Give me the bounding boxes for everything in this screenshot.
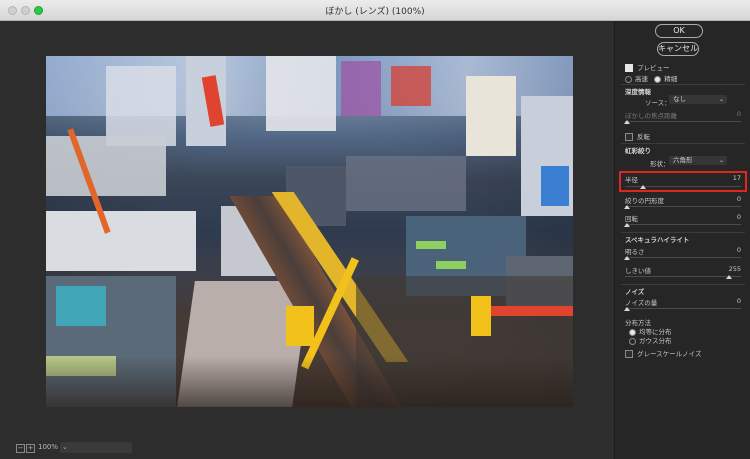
checkbox-checked-icon — [625, 64, 633, 72]
divider — [621, 284, 745, 285]
slider-knob-icon[interactable] — [624, 205, 630, 209]
focal-distance-slider[interactable] — [625, 121, 741, 122]
source-select[interactable]: なし ⌄ — [669, 95, 727, 104]
ok-button[interactable]: OK — [655, 24, 703, 38]
brightness-value[interactable]: 0 — [737, 246, 741, 254]
threshold-label: しきい値 — [625, 267, 651, 275]
chevron-down-icon: ⌄ — [62, 443, 68, 451]
radio-accurate[interactable] — [654, 75, 662, 83]
threshold-slider[interactable] — [625, 276, 741, 277]
slider-knob-icon[interactable] — [640, 185, 646, 189]
noise-amount-slider[interactable] — [625, 308, 741, 309]
rotation-value[interactable]: 0 — [737, 213, 741, 221]
zoom-out-button[interactable]: − — [16, 444, 25, 453]
focal-distance-label: ぼかしの焦点距離 — [625, 112, 677, 120]
cancel-button[interactable]: キャンセル — [657, 42, 699, 56]
zoom-bar: − + 100% ⌄ — [0, 437, 613, 459]
blade-curvature-value[interactable]: 0 — [737, 195, 741, 203]
lens-blur-panel: OK キャンセル プレビュー 高速 精細 深度情報 ソース： なし ⌄ ぼかしの焦… — [614, 21, 750, 459]
zoom-level: 100% — [38, 443, 59, 451]
radio-fast[interactable] — [625, 75, 632, 83]
blade-curvature-label: 絞りの円形度 — [625, 197, 664, 205]
checkbox-icon — [625, 133, 633, 141]
blade-curvature-slider[interactable] — [625, 206, 741, 207]
preview-area: − + 100% ⌄ — [0, 21, 613, 459]
chevron-down-icon: ⌄ — [718, 157, 724, 164]
chevron-down-icon: ⌄ — [718, 96, 724, 103]
monochromatic-checkbox[interactable]: グレースケールノイズ — [625, 348, 741, 358]
shape-select[interactable]: 六角形 ⌄ — [669, 156, 727, 165]
specular-heading: スペキュラハイライト — [625, 236, 690, 244]
zoom-in-button[interactable]: + — [26, 444, 35, 453]
slider-knob-icon[interactable] — [726, 275, 732, 279]
window-titlebar: ぼかし (レンズ) (100%) — [0, 0, 750, 21]
slider-knob-icon[interactable] — [624, 307, 630, 311]
threshold-value[interactable]: 255 — [729, 265, 741, 273]
focal-distance-value[interactable]: 0 — [737, 110, 741, 118]
window-title: ぼかし (レンズ) (100%) — [325, 7, 425, 17]
radius-value[interactable]: 17 — [733, 174, 741, 182]
divider — [621, 84, 745, 85]
invert-checkbox[interactable]: 反転 — [625, 131, 741, 141]
slider-knob-icon[interactable] — [624, 223, 630, 227]
slider-knob-icon[interactable] — [624, 120, 630, 124]
divider — [621, 143, 745, 144]
checkbox-icon — [625, 350, 633, 358]
gaussian-radio[interactable]: ガウス分布 — [629, 335, 741, 345]
radio-icon — [629, 337, 636, 345]
noise-heading: ノイズ — [625, 288, 645, 296]
rotation-label: 回転 — [625, 215, 638, 223]
noise-amount-value[interactable]: 0 — [737, 297, 741, 305]
brightness-label: 明るさ — [625, 248, 645, 256]
rotation-slider[interactable] — [625, 224, 741, 225]
quality-radio-group: 高速 精細 — [625, 73, 741, 83]
slider-knob-icon[interactable] — [624, 256, 630, 260]
radius-label: 半径 — [625, 176, 638, 184]
iris-heading: 虹彩絞り — [625, 147, 651, 155]
noise-amount-label: ノイズの量 — [625, 299, 658, 307]
preview-checkbox[interactable]: プレビュー — [625, 62, 741, 72]
brightness-slider[interactable] — [625, 257, 741, 258]
preview-image[interactable] — [46, 56, 573, 407]
divider — [621, 232, 745, 233]
zoom-dropdown[interactable]: ⌄ — [60, 442, 132, 453]
